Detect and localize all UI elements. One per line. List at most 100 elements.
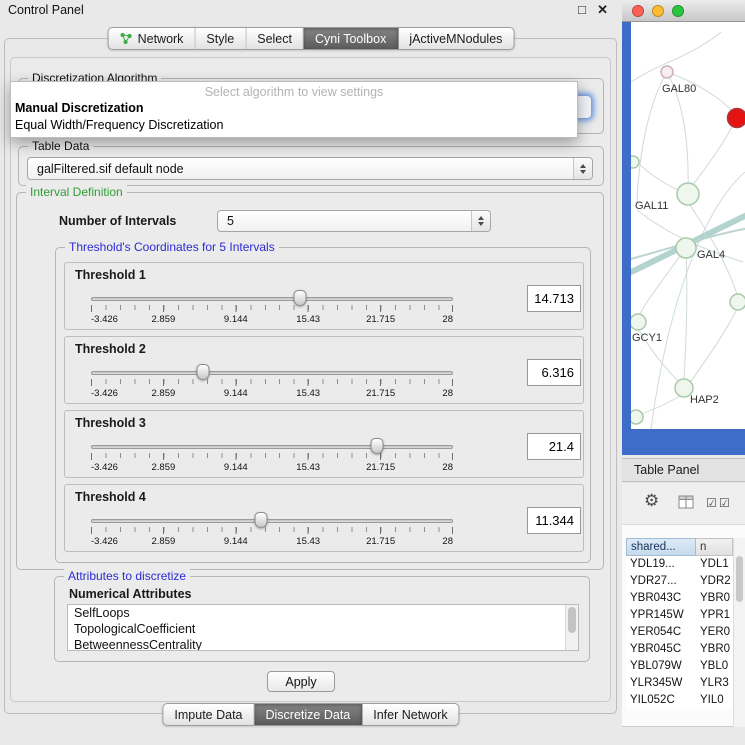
screen: Control Panel □ ✕ Network Style Select C… bbox=[0, 0, 745, 745]
column-header-name[interactable]: n bbox=[696, 538, 733, 556]
network-window: GAL80 GAL11 GAL4 GCY1 HAP2 bbox=[622, 0, 745, 455]
gear-icon[interactable]: ⚙ bbox=[644, 491, 659, 511]
cyni-mode-tabs: Impute Data Discretize Data Infer Networ… bbox=[162, 703, 459, 726]
close-window-icon[interactable] bbox=[632, 5, 644, 17]
number-of-intervals-select[interactable]: 5 bbox=[217, 210, 491, 232]
table-panel-titlebar: Table Panel bbox=[622, 458, 745, 482]
slider-major-ticks bbox=[91, 453, 453, 460]
network-icon bbox=[120, 32, 133, 45]
tab-impute-data[interactable]: Impute Data bbox=[163, 704, 254, 725]
threshold-4-panel: Threshold 4 -3.4262.8599.14415.4321.7152… bbox=[64, 484, 584, 552]
table-rows: YDL19...YDL1 YDR27...YDR2 YBR043CYBR0 YP… bbox=[626, 556, 743, 709]
control-panel-tabs: Network Style Select Cyni Toolbox jActiv… bbox=[108, 27, 515, 50]
attributes-to-discretize-group: Attributes to discretize Numerical Attri… bbox=[54, 576, 590, 662]
zoom-window-icon[interactable] bbox=[672, 5, 684, 17]
apply-button[interactable]: Apply bbox=[267, 671, 335, 692]
group-title: Table Data bbox=[28, 139, 93, 154]
selected-node bbox=[728, 109, 745, 128]
slider-tick-labels: -3.4262.8599.14415.4321.71528 bbox=[91, 388, 453, 399]
slider-track[interactable] bbox=[91, 445, 453, 449]
table-data-group: Table Data galFiltered.sif default node bbox=[18, 146, 604, 186]
combo-stepper-icon[interactable] bbox=[471, 211, 490, 231]
dropdown-option-manual-discretization[interactable]: Manual Discretization bbox=[11, 99, 577, 116]
list-item[interactable]: BetweennessCentrality bbox=[68, 637, 578, 651]
table-row[interactable]: YBR043CYBR0 bbox=[626, 590, 743, 607]
tab-jactivemnodules[interactable]: jActiveMNodules bbox=[398, 28, 513, 49]
table-row[interactable]: YER054CYER0 bbox=[626, 624, 743, 641]
list-scrollbar[interactable] bbox=[565, 605, 578, 650]
numerical-attributes-label: Numerical Attributes bbox=[69, 587, 191, 601]
network-canvas[interactable]: GAL80 GAL11 GAL4 GCY1 HAP2 bbox=[631, 22, 745, 429]
node-label-gal11[interactable]: GAL11 bbox=[635, 200, 668, 212]
threshold-value-field[interactable]: 6.316 bbox=[527, 359, 581, 386]
table-row[interactable]: YDR27...YDR2 bbox=[626, 573, 743, 590]
list-item[interactable]: SelfLoops bbox=[68, 605, 578, 621]
minimize-window-icon[interactable] bbox=[652, 5, 664, 17]
table-row[interactable]: YBL079WYBL0 bbox=[626, 658, 743, 675]
table-data-select[interactable]: galFiltered.sif default node bbox=[27, 157, 593, 180]
slider-thumb[interactable] bbox=[197, 364, 210, 380]
table-scrollbar[interactable] bbox=[733, 538, 745, 727]
node-label-gcy1[interactable]: GCY1 bbox=[632, 332, 662, 344]
dropdown-option-equal-width-frequency[interactable]: Equal Width/Frequency Discretization bbox=[11, 116, 577, 133]
threshold-value-field[interactable]: 14.713 bbox=[527, 285, 581, 312]
node-label-gal4[interactable]: GAL4 bbox=[697, 249, 725, 261]
tab-label: jActiveMNodules bbox=[409, 32, 502, 46]
threshold-1-panel: Threshold 1 -3.4262.8599.14415.4321.7152… bbox=[64, 262, 584, 330]
list-item[interactable]: TopologicalCoefficient bbox=[68, 621, 578, 637]
tab-label: Style bbox=[206, 32, 234, 46]
slider-tick-labels: -3.4262.8599.14415.4321.71528 bbox=[91, 314, 453, 325]
panel-title: Control Panel bbox=[8, 3, 84, 17]
threshold-value-field[interactable]: 11.344 bbox=[527, 507, 581, 534]
select-none-checkbox-icon[interactable]: ☑ bbox=[719, 496, 730, 510]
table-row[interactable]: YDL19...YDL1 bbox=[626, 556, 743, 573]
slider-thumb[interactable] bbox=[370, 438, 383, 454]
tab-discretize-data[interactable]: Discretize Data bbox=[255, 704, 363, 725]
interval-definition-group: Interval Definition Number of Intervals … bbox=[16, 192, 604, 570]
table-panel-title: Table Panel bbox=[634, 463, 699, 477]
node-label-gal80[interactable]: GAL80 bbox=[662, 83, 696, 95]
select-all-checkbox-icon[interactable]: ☑ bbox=[706, 496, 717, 510]
slider-major-ticks bbox=[91, 305, 453, 312]
show-columns-icon[interactable] bbox=[678, 495, 694, 514]
threshold-label: Threshold 4 bbox=[75, 490, 146, 504]
table-toolbar: ⚙ ☑ ☑ bbox=[622, 483, 745, 525]
tab-label: Cyni Toolbox bbox=[315, 32, 386, 46]
table-row[interactable]: YBR045CYBR0 bbox=[626, 641, 743, 658]
slider-track[interactable] bbox=[91, 371, 453, 375]
tab-style[interactable]: Style bbox=[195, 28, 246, 49]
numerical-attributes-list: SelfLoops TopologicalCoefficient Between… bbox=[67, 604, 579, 651]
tab-label: Network bbox=[138, 32, 184, 46]
tab-label: Infer Network bbox=[373, 708, 447, 722]
tab-infer-network[interactable]: Infer Network bbox=[362, 704, 458, 725]
node-label-hap2[interactable]: HAP2 bbox=[690, 394, 719, 406]
close-panel-icon[interactable]: ✕ bbox=[597, 2, 608, 18]
threshold-value-field[interactable]: 21.4 bbox=[527, 433, 581, 460]
table-data-value: galFiltered.sif default node bbox=[37, 162, 184, 176]
table-row[interactable]: YLR345WYLR3 bbox=[626, 675, 743, 692]
slider-track[interactable] bbox=[91, 297, 453, 301]
tab-cyni-toolbox[interactable]: Cyni Toolbox bbox=[304, 28, 398, 49]
scrollbar-thumb[interactable] bbox=[568, 607, 576, 633]
table-row[interactable]: YPR145WYPR1 bbox=[626, 607, 743, 624]
column-header-shared-name[interactable]: shared... bbox=[626, 538, 696, 556]
tab-select[interactable]: Select bbox=[246, 28, 304, 49]
scrollbar-thumb[interactable] bbox=[736, 556, 743, 602]
group-title: Threshold's Coordinates for 5 Intervals bbox=[65, 240, 279, 255]
table-row[interactable]: YIL052CYIL0 bbox=[626, 692, 743, 709]
tab-network[interactable]: Network bbox=[109, 28, 196, 49]
columns-icon bbox=[678, 495, 694, 509]
combo-stepper-icon[interactable] bbox=[573, 158, 592, 179]
tab-label: Impute Data bbox=[174, 708, 242, 722]
float-window-icon[interactable]: □ bbox=[578, 2, 586, 17]
slider-thumb[interactable] bbox=[255, 512, 268, 528]
slider-track[interactable] bbox=[91, 519, 453, 523]
slider-major-ticks bbox=[91, 527, 453, 534]
slider-thumb[interactable] bbox=[293, 290, 306, 306]
threshold-label: Threshold 1 bbox=[75, 268, 146, 282]
dropdown-placeholder: Select algorithm to view settings bbox=[11, 82, 577, 99]
slider-tick-labels: -3.4262.8599.14415.4321.71528 bbox=[91, 536, 453, 547]
number-of-intervals-value: 5 bbox=[227, 214, 234, 228]
slider-tick-labels: -3.4262.8599.14415.4321.71528 bbox=[91, 462, 453, 473]
threshold-label: Threshold 3 bbox=[75, 416, 146, 430]
